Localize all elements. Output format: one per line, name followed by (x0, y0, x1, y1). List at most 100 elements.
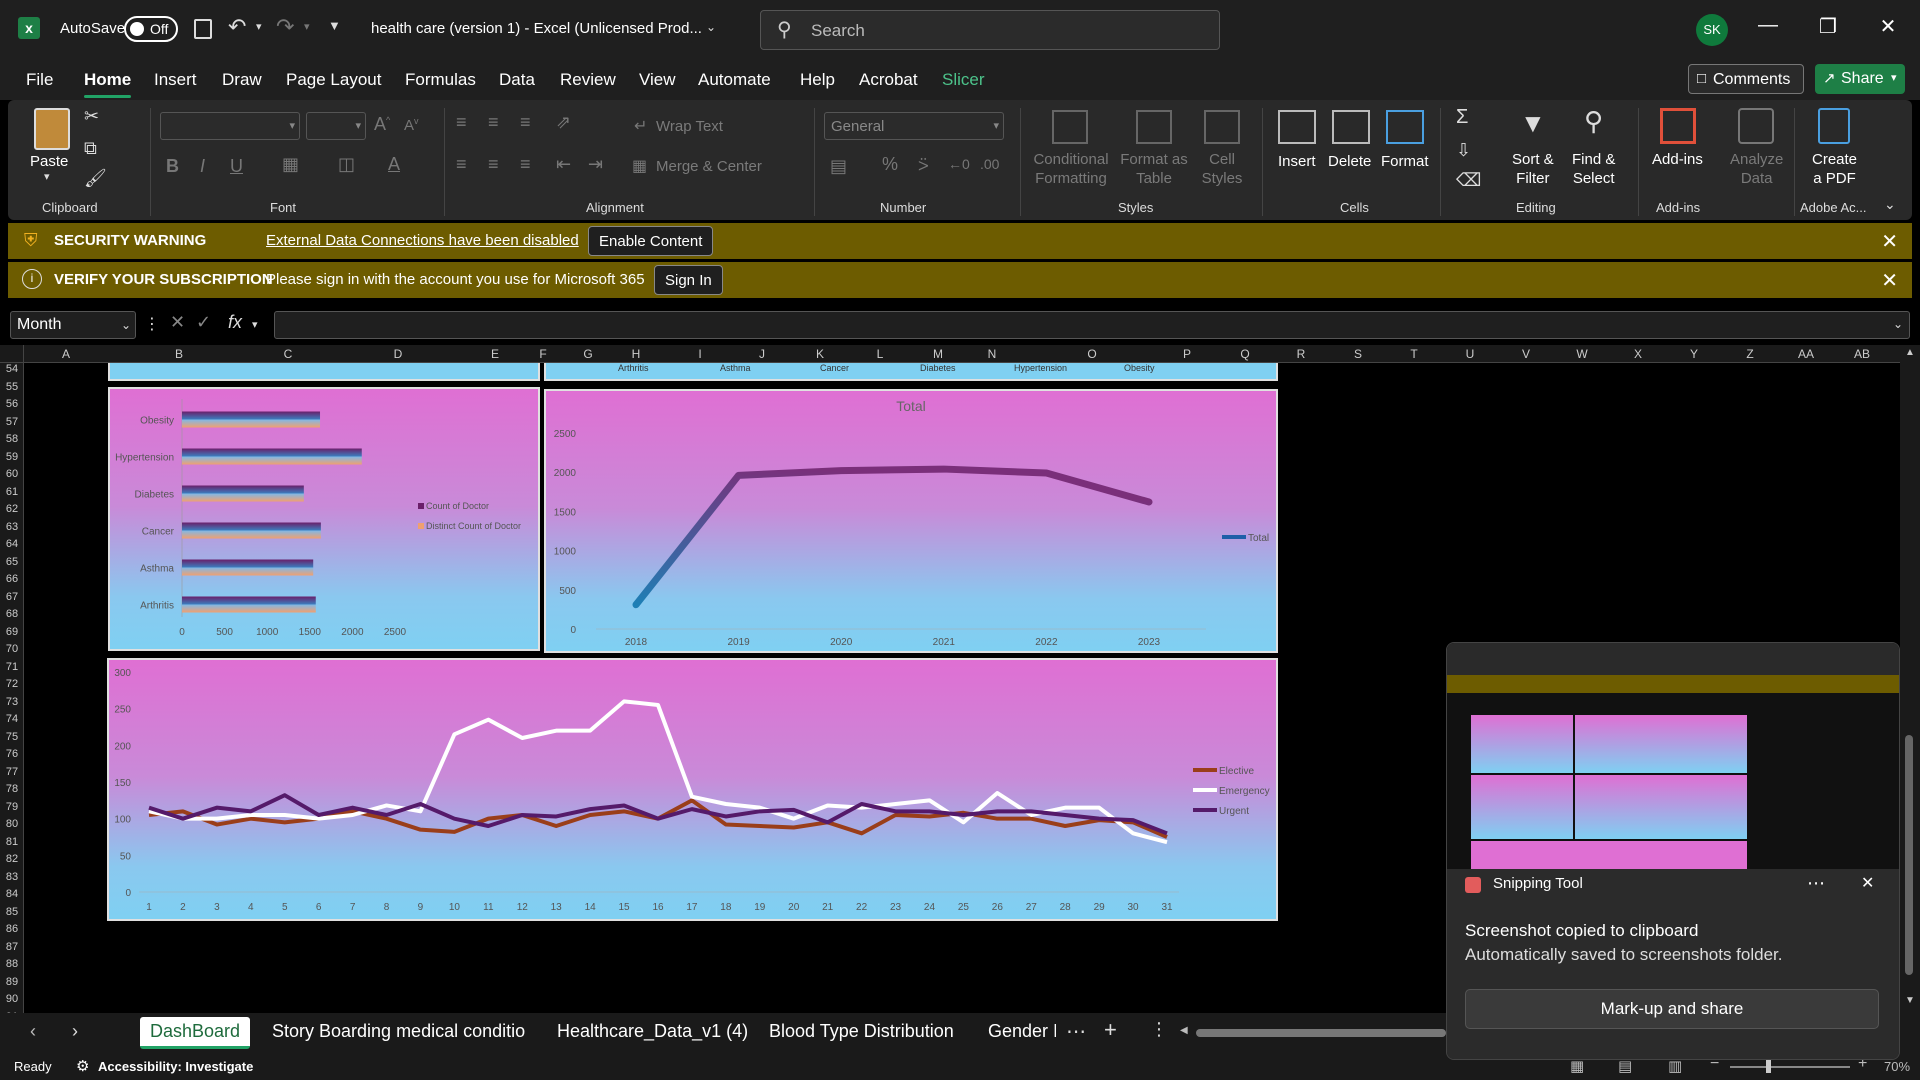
row-header-70[interactable]: 70 (0, 643, 24, 655)
restore-icon[interactable]: ❐ (1808, 14, 1848, 39)
row-header-82[interactable]: 82 (0, 853, 24, 865)
paste-icon[interactable] (34, 108, 70, 150)
row-header-65[interactable]: 65 (0, 556, 24, 568)
prev-sheet-icon[interactable]: ‹ (30, 1021, 36, 1042)
search-box[interactable]: ⚲ Search (760, 10, 1220, 50)
column-header-b[interactable]: B (167, 347, 191, 361)
row-header-86[interactable]: 86 (0, 923, 24, 935)
customize-toolbar-icon[interactable]: ▼ (328, 18, 341, 33)
row-header-73[interactable]: 73 (0, 696, 24, 708)
row-header-89[interactable]: 89 (0, 976, 24, 988)
column-header-ab[interactable]: AB (1850, 347, 1874, 361)
comma-style-icon[interactable]: ⍩ (918, 154, 929, 175)
more-sheets-icon[interactable]: ⋯ (1066, 1019, 1086, 1044)
excel-logo-icon[interactable]: x (18, 17, 40, 39)
document-title[interactable]: health care (version 1) - Excel (Unlicen… (371, 20, 702, 37)
number-format-dropdown[interactable]: General ▾ (824, 112, 1004, 140)
column-header-aa[interactable]: AA (1794, 347, 1818, 361)
row-header-88[interactable]: 88 (0, 958, 24, 970)
row-header-75[interactable]: 75 (0, 731, 24, 743)
decrease-decimal-icon[interactable]: .00 (980, 156, 999, 172)
column-header-i[interactable]: I (688, 347, 712, 361)
row-header-85[interactable]: 85 (0, 906, 24, 918)
create-pdf-button[interactable]: Create a PDF (1812, 150, 1857, 188)
column-header-o[interactable]: O (1080, 347, 1104, 361)
markup-and-share-button[interactable]: Mark-up and share (1465, 989, 1879, 1029)
row-header-61[interactable]: 61 (0, 486, 24, 498)
column-header-k[interactable]: K (808, 347, 832, 361)
menu-file[interactable]: File (26, 70, 53, 90)
column-header-l[interactable]: L (868, 347, 892, 361)
cell-styles-button[interactable]: Cell Styles (1196, 150, 1248, 188)
cancel-entry-icon[interactable]: ✕ (170, 312, 185, 333)
row-header-84[interactable]: 84 (0, 888, 24, 900)
row-header-80[interactable]: 80 (0, 818, 24, 830)
row-header-54[interactable]: 54 (0, 363, 24, 375)
row-header-72[interactable]: 72 (0, 678, 24, 690)
formula-bar-menu-icon[interactable]: ⋮ (144, 314, 160, 334)
column-header-n[interactable]: N (980, 347, 1004, 361)
column-header-g[interactable]: G (576, 347, 600, 361)
confirm-entry-icon[interactable]: ✓ (196, 312, 211, 333)
column-header-j[interactable]: J (750, 347, 774, 361)
row-header-87[interactable]: 87 (0, 941, 24, 953)
undo-dropdown-icon[interactable]: ▾ (256, 20, 262, 33)
addins-button[interactable]: Add-ins (1652, 150, 1703, 169)
row-header-67[interactable]: 67 (0, 591, 24, 603)
collapse-ribbon-icon[interactable]: ⌄ (1884, 196, 1896, 213)
row-header-56[interactable]: 56 (0, 398, 24, 410)
scroll-up-icon[interactable]: ▲ (1905, 347, 1915, 358)
paste-button[interactable]: Paste (30, 152, 68, 171)
zoom-level[interactable]: 70% (1884, 1059, 1910, 1074)
decrease-font-icon[interactable]: Av (404, 116, 419, 134)
font-size-dropdown[interactable]: ▾ (306, 112, 366, 140)
menu-help[interactable]: Help (800, 70, 835, 90)
row-header-71[interactable]: 71 (0, 661, 24, 673)
menu-acrobat[interactable]: Acrobat (859, 70, 918, 90)
scroll-thumb[interactable] (1905, 735, 1913, 975)
copy-icon[interactable]: ⧉ (84, 138, 97, 159)
column-header-m[interactable]: M (926, 347, 950, 361)
sheet-tab-blood-type[interactable]: Blood Type Distribution (769, 1021, 954, 1042)
align-top-icon[interactable]: ≡ (456, 112, 467, 133)
comments-button[interactable]: □ Comments (1688, 64, 1804, 94)
decrease-indent-icon[interactable]: ⇤ (556, 154, 571, 175)
row-header-59[interactable]: 59 (0, 451, 24, 463)
row-header-62[interactable]: 62 (0, 503, 24, 515)
name-box[interactable]: Month ⌄ (10, 311, 136, 339)
doctor-count-bar-chart[interactable]: Obesity Hypertension Diabetes Cancer Asthma A… (108, 387, 540, 651)
sign-in-button[interactable]: Sign In (654, 265, 723, 295)
sheet-tab-dashboard[interactable]: DashBoard (140, 1017, 251, 1049)
row-header-78[interactable]: 78 (0, 783, 24, 795)
scroll-down-icon[interactable]: ▼ (1905, 995, 1915, 1006)
analyze-data-button[interactable]: Analyze Data (1730, 150, 1783, 188)
format-cells-button[interactable]: Format (1381, 152, 1429, 171)
column-header-h[interactable]: H (624, 347, 648, 361)
fx-chevron-icon[interactable]: ▾ (252, 318, 258, 331)
row-header-64[interactable]: 64 (0, 538, 24, 550)
close-subscription-bar-icon[interactable]: ✕ (1881, 268, 1898, 293)
insert-cells-button[interactable]: Insert (1278, 152, 1316, 171)
column-header-d[interactable]: D (386, 347, 410, 361)
percent-style-icon[interactable]: % (882, 154, 898, 175)
paste-chevron-icon[interactable]: ▾ (44, 170, 50, 183)
share-button[interactable]: ↗ Share ▾ (1815, 64, 1905, 94)
underline-icon[interactable]: U (230, 156, 243, 177)
wrap-text-button[interactable]: Wrap Text (656, 118, 723, 135)
align-bottom-icon[interactable]: ≡ (520, 112, 531, 133)
format-as-table-button[interactable]: Format as Table (1118, 150, 1190, 188)
zoom-slider-thumb[interactable] (1766, 1059, 1771, 1073)
title-chevron-down-icon[interactable]: ⌄ (706, 20, 716, 34)
align-center-icon[interactable]: ≡ (488, 154, 499, 175)
next-sheet-icon[interactable]: › (72, 1021, 78, 1042)
sheet-tab-story-boarding[interactable]: Story Boarding medical conditio (272, 1021, 525, 1042)
sheet-tab-healthcare-data[interactable]: Healthcare_Data_v1 (4) (557, 1021, 748, 1042)
column-header-x[interactable]: X (1626, 347, 1650, 361)
fill-color-icon[interactable]: ◫ (338, 154, 355, 175)
row-header-76[interactable]: 76 (0, 748, 24, 760)
snipping-tool-toast[interactable]: Snipping Tool ⋯ ✕ Screenshot copied to c… (1446, 642, 1900, 1060)
row-header-74[interactable]: 74 (0, 713, 24, 725)
vertical-scrollbar[interactable]: ▲ ▼ (1900, 345, 1920, 1013)
fill-icon[interactable]: ⇩ (1456, 140, 1471, 161)
clear-icon[interactable]: ⌫ (1456, 170, 1481, 191)
